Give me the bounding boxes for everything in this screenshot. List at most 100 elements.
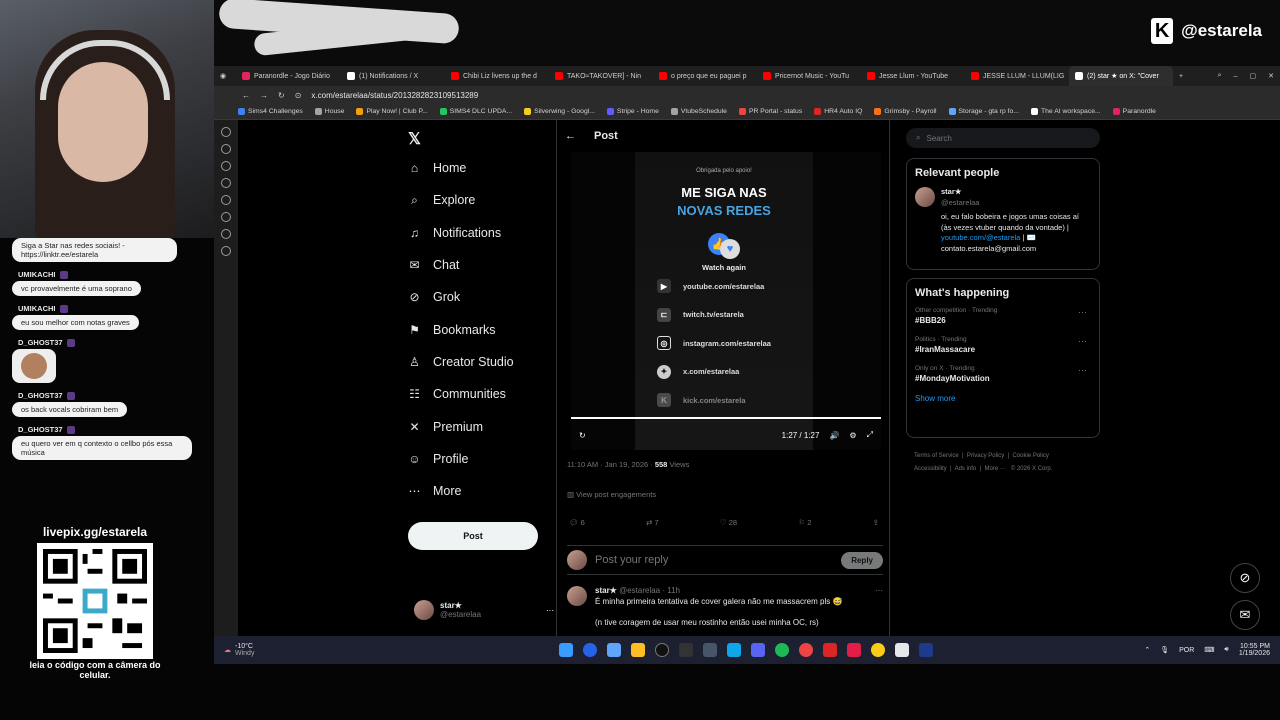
discord-icon[interactable] bbox=[751, 643, 766, 657]
edge-icon[interactable] bbox=[583, 643, 598, 657]
windows-start-icon[interactable] bbox=[559, 643, 574, 657]
chrome-icon[interactable] bbox=[871, 643, 886, 657]
search-box[interactable]: ⌕ Search bbox=[906, 128, 1100, 148]
avatar[interactable] bbox=[915, 187, 935, 207]
footer-link[interactable]: More ··· bbox=[985, 466, 1006, 472]
extensions-icon[interactable] bbox=[221, 229, 231, 239]
new-tab-icon[interactable]: + bbox=[1173, 66, 1189, 86]
browser-tab[interactable]: (1) Notifications / X bbox=[341, 66, 445, 86]
site-info-icon[interactable]: ⊙ bbox=[295, 91, 302, 100]
history-icon[interactable] bbox=[221, 212, 231, 222]
more-dots-icon[interactable]: ⋯ bbox=[875, 586, 883, 595]
nav-profile[interactable]: ☺ Profile bbox=[408, 443, 548, 475]
forward-icon[interactable]: → bbox=[260, 91, 268, 100]
opera-icon[interactable] bbox=[799, 643, 814, 657]
bookmark-item[interactable]: Grimsby - Payroll bbox=[874, 108, 937, 115]
bookmark-item[interactable]: Silverwing - Googl... bbox=[524, 108, 595, 115]
clock[interactable]: 10:55 PM 1/19/2026 bbox=[1239, 643, 1270, 657]
app-icon[interactable] bbox=[895, 643, 910, 657]
share-icon[interactable]: ⇪ bbox=[873, 518, 879, 527]
browser-tab[interactable]: Pricernot Music - YouTu bbox=[757, 66, 861, 86]
footer-link[interactable]: Accessibility bbox=[914, 466, 947, 472]
bookmark-item[interactable]: House bbox=[314, 108, 344, 115]
watch-again-button[interactable]: Watch again bbox=[635, 263, 813, 272]
browser-tab[interactable]: o preço que eu paguei p bbox=[653, 66, 757, 86]
browser-menu-icon[interactable]: ◉ bbox=[214, 66, 236, 86]
back-icon[interactable]: ← bbox=[242, 91, 250, 100]
bookmark-item[interactable]: VtubeSchedule bbox=[670, 108, 727, 115]
browser-tab[interactable]: Jesse Llum - YouTube bbox=[861, 66, 965, 86]
nav-explore[interactable]: ⌕ Explore bbox=[408, 184, 548, 216]
bookmark-action[interactable]: ⚐ 2 bbox=[798, 518, 811, 527]
browser-tab[interactable]: Paranordle - Jogo Diário bbox=[236, 66, 341, 86]
whatsapp-icon[interactable] bbox=[221, 161, 231, 171]
post-button[interactable]: Post bbox=[408, 522, 538, 550]
file-explorer-icon[interactable] bbox=[631, 643, 646, 657]
bookmark-item[interactable]: PR Portal - status bbox=[738, 108, 802, 115]
nav-creator-studio[interactable]: ♙ Creator Studio bbox=[408, 346, 548, 378]
x-sidebar-icon[interactable] bbox=[221, 178, 231, 188]
bookmark-item[interactable]: Stripe - Home bbox=[606, 108, 659, 115]
settings-icon[interactable] bbox=[221, 246, 231, 256]
language-indicator[interactable]: POR bbox=[1179, 647, 1194, 654]
browser-tab[interactable]: Chibi Liz livens up the d bbox=[445, 66, 549, 86]
trend-item[interactable]: Politics · Trending #IranMassacare ⋯ bbox=[915, 336, 1091, 354]
reload-icon[interactable]: ↻ bbox=[278, 91, 285, 100]
nav-notifications[interactable]: ♫ Notifications bbox=[408, 217, 548, 249]
browser-tab-active[interactable]: (2) star ★ on X: "Cover bbox=[1069, 66, 1173, 86]
trend-item[interactable]: Only on X · Trending #MondayMotivation ⋯ bbox=[915, 365, 1091, 383]
messenger-icon[interactable] bbox=[221, 144, 231, 154]
chevron-up-icon[interactable]: ⌃ bbox=[1144, 646, 1150, 654]
nav-bookmarks[interactable]: ⚑ Bookmarks bbox=[408, 313, 548, 345]
more-dots-icon[interactable]: ⋯ bbox=[1078, 307, 1087, 318]
more-dots-icon[interactable]: ⋯ bbox=[1078, 365, 1087, 376]
maximize-icon[interactable]: ▢ bbox=[1244, 66, 1263, 86]
person-name[interactable]: star★ bbox=[941, 187, 1091, 198]
bookmark-item[interactable]: HR4 Auto IQ bbox=[814, 108, 862, 115]
nav-communities[interactable]: ☷ Communities bbox=[408, 378, 548, 410]
terminal-icon[interactable] bbox=[679, 643, 694, 657]
steam-icon[interactable] bbox=[703, 643, 718, 657]
network-icon[interactable]: ⌨ bbox=[1204, 646, 1214, 654]
video-player[interactable]: Obrigada pelo apoio! ME SIGA NAS NOVAS R… bbox=[571, 152, 881, 450]
browser-tab[interactable]: JESSE LLUM - LLUM(LIG bbox=[965, 66, 1069, 86]
footer-link[interactable]: Privacy Policy bbox=[967, 453, 1004, 459]
speaker-icon[interactable]: 🔊︎ bbox=[1224, 646, 1228, 654]
footer-link[interactable]: Terms of Service bbox=[914, 453, 959, 459]
footer-link[interactable]: Cookie Policy bbox=[1013, 453, 1049, 459]
bookmark-item[interactable]: Sims4 Challenges bbox=[238, 108, 303, 115]
show-more-link[interactable]: Show more bbox=[915, 394, 1091, 403]
opera-gx-icon[interactable] bbox=[847, 643, 862, 657]
reply-button[interactable]: Reply bbox=[841, 551, 883, 569]
reply-input[interactable] bbox=[595, 554, 834, 566]
account-switcher[interactable]: star★ @estarelaa ⋯ bbox=[414, 600, 554, 620]
nav-chat[interactable]: ✉ Chat bbox=[408, 249, 548, 281]
recorder-icon[interactable] bbox=[823, 643, 838, 657]
search-tabs-icon[interactable]: ⌕ bbox=[1212, 66, 1228, 86]
footer-link[interactable]: Ads info bbox=[955, 466, 977, 472]
repost-action[interactable]: ⇄ 7 bbox=[646, 518, 659, 527]
app-icon[interactable] bbox=[727, 643, 742, 657]
reply-action[interactable]: 💬︎ 6 bbox=[569, 518, 585, 527]
bookmark-item[interactable]: Play Now! | Club P... bbox=[356, 108, 428, 115]
nav-premium[interactable]: ✕ Premium bbox=[408, 410, 548, 442]
back-arrow-icon[interactable]: ← bbox=[565, 130, 576, 142]
nav-grok[interactable]: ⊘ Grok bbox=[408, 281, 548, 313]
replay-icon[interactable]: ↻ bbox=[579, 431, 586, 440]
bookmark-item[interactable]: SIMS4 DLC UPDA... bbox=[439, 108, 512, 115]
x-logo-icon[interactable]: 𝕏 bbox=[408, 126, 548, 152]
close-window-icon[interactable]: ✕ bbox=[1262, 66, 1280, 86]
url-field[interactable]: x.com/estarelaa/status/20132828231095132… bbox=[311, 91, 478, 100]
more-dots-icon[interactable]: ⋯ bbox=[1078, 336, 1087, 347]
trend-item[interactable]: Other competition · Trending #BBB26 ⋯ bbox=[915, 307, 1091, 325]
grok-float-icon[interactable]: ⊘ bbox=[1230, 563, 1260, 593]
speed-dial-icon[interactable] bbox=[221, 127, 231, 137]
browser-tab[interactable]: TAKO≈TAKOVER] - Nin bbox=[549, 66, 653, 86]
nav-home[interactable]: ⌂ Home bbox=[408, 152, 548, 184]
settings-gear-icon[interactable]: ⚙ bbox=[849, 431, 856, 440]
bookmark-item[interactable]: Storage - gta rp fo... bbox=[948, 108, 1019, 115]
video-progress-bar[interactable] bbox=[571, 417, 881, 419]
microphone-icon[interactable]: 🎙︎ bbox=[1160, 646, 1169, 654]
volume-icon[interactable]: 🔊 bbox=[829, 431, 839, 440]
like-action[interactable]: ♡ 28 bbox=[720, 518, 737, 527]
